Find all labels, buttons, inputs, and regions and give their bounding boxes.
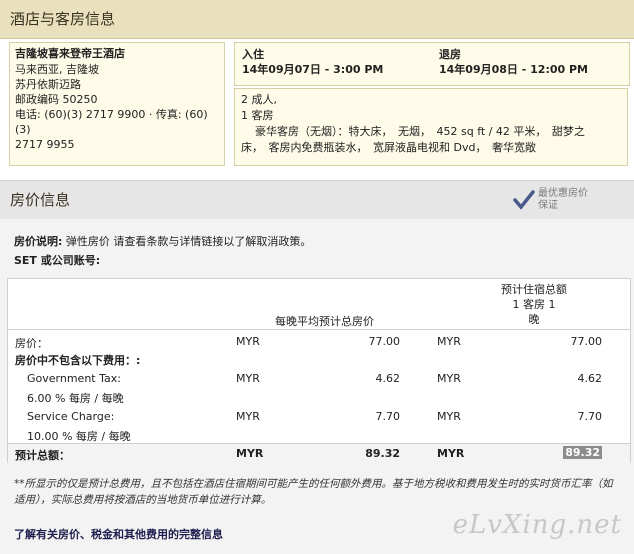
address-line: 苏丹依斯迈路 <box>15 78 81 91</box>
phone-fax: 电话: (60)(3) 2717 9900 · 传真: (60)(3) <box>15 108 208 136</box>
checkin-block: 入住 14年09月07日 - 3:00 PM <box>242 47 383 77</box>
rate-section: 房价信息 最优惠房价 保证 房价说明: 弹性房价 请查看条款与详情链接以了解取消… <box>0 180 634 554</box>
rate-table: 每晚平均预计总房价 预计住宿总额 1 客房 1 晚 房价： MYR 77.00 … <box>7 278 631 464</box>
service-label: Service Charge: <box>27 410 115 423</box>
total-stay-header-line2: 1 客房 1 <box>512 298 556 311</box>
hotel-info-box: 吉隆坡喜来登帝王酒店 马来西亚, 吉隆坡 苏丹依斯迈路 邮政编码 50250 电… <box>9 42 225 166</box>
tax-total-currency: MYR <box>437 372 461 385</box>
rate-label: 房价： <box>15 337 48 350</box>
room-count: 1 客房 <box>241 109 274 122</box>
rate-total-currency: MYR <box>437 335 461 348</box>
service-total-currency: MYR <box>437 410 461 423</box>
address-line: 马来西亚, 吉隆坡 <box>15 63 99 76</box>
total-row: 预计总额： MYR 89.32 MYR 89.32 <box>8 443 630 464</box>
checkout-label: 退房 <box>439 48 461 61</box>
total-label: 预计总额： <box>15 449 70 462</box>
total-stay-header-line1: 预计住宿总额 <box>501 283 567 296</box>
checkout-block: 退房 14年09月08日 - 12:00 PM <box>439 47 588 77</box>
disclaimer-note: **所显示的仅是预计总费用，且不包括在酒店住宿期间可能产生的任何额外费用。基于地… <box>14 478 613 506</box>
room-description: 豪华客房（无烟）：特大床， 无烟， 452 sq ft / 42 平米， 甜梦之 <box>255 125 585 138</box>
total-stay-value-highlight: 89.32 <box>563 446 602 459</box>
best-rate-text: 最优惠房价 保证 <box>538 188 588 212</box>
rate-avg-value: 77.00 <box>368 335 401 348</box>
service-total-value: 7.70 <box>577 410 603 423</box>
guest-count: 2 成人, <box>241 93 277 106</box>
total-stay-header: 预计住宿总额 1 客房 1 晚 <box>494 282 574 327</box>
room-description-cont: 床， 客房内免费瓶装水， 宽屏液晶电视和 Dvd， 奢华宽敞 <box>241 141 536 154</box>
rate-table-header: 每晚平均预计总房价 预计住宿总额 1 客房 1 晚 <box>8 279 630 330</box>
total-stay-header-line3: 晚 <box>528 313 540 326</box>
policy-text: 弹性房价 请查看条款与详情链接以了解取消政策。 <box>62 235 312 248</box>
hotel-section-title: 酒店与客房信息 <box>0 0 634 39</box>
rate-policy: 房价说明: 弹性房价 请查看条款与详情链接以了解取消政策。 SET 或公司账号: <box>14 232 311 270</box>
best-rate-badge[interactable]: 最优惠房价 保证 <box>512 188 604 214</box>
checkout-value: 14年09月08日 - 12:00 PM <box>439 63 588 76</box>
excluded-fees-label: 房价中不包含以下费用：: <box>15 354 141 367</box>
postal-code: 邮政编码 50250 <box>15 93 98 106</box>
rate-total-value: 77.00 <box>570 335 603 348</box>
total-currency: MYR <box>236 447 264 460</box>
tax-avg-value: 4.62 <box>375 372 401 385</box>
checkin-value: 14年09月07日 - 3:00 PM <box>242 63 384 76</box>
tax-rate-detail: 6.00 % 每房 / 每晚 <box>27 392 124 405</box>
badge-line-1: 最优惠房价 <box>538 188 588 199</box>
total-avg-value: 89.32 <box>365 447 400 460</box>
checkin-label: 入住 <box>242 48 264 61</box>
service-rate-detail: 10.00 % 每房 / 每晚 <box>27 430 131 443</box>
service-avg-value: 7.70 <box>375 410 401 423</box>
room-details-box: 2 成人, 1 客房 豪华客房（无烟）：特大床， 无烟， 452 sq ft /… <box>234 88 628 166</box>
hotel-name: 吉隆坡喜来登帝王酒店 <box>15 47 125 60</box>
service-currency: MYR <box>236 410 260 423</box>
policy-label: 房价说明: <box>14 235 63 248</box>
watermark-logo: eLvXing.net <box>452 510 622 540</box>
phone-fax-cont: 2717 9955 <box>15 138 75 151</box>
total-stay-value: 89.32 <box>528 446 602 459</box>
full-rate-info-link[interactable]: 了解有关房价、税金和其他费用的完整信息 <box>14 526 223 542</box>
rate-currency: MYR <box>236 335 260 348</box>
avg-rate-header: 每晚平均预计总房价 <box>275 315 374 328</box>
account-label: SET 或公司账号: <box>14 254 101 267</box>
tax-total-value: 4.62 <box>577 372 603 385</box>
stay-dates-box: 入住 14年09月07日 - 3:00 PM 退房 14年09月08日 - 12… <box>234 42 630 86</box>
tax-currency: MYR <box>236 372 260 385</box>
total-total-currency: MYR <box>437 447 465 460</box>
badge-line-2: 保证 <box>538 200 558 211</box>
tax-label: Government Tax: <box>27 372 121 385</box>
checkmark-icon <box>513 190 535 210</box>
